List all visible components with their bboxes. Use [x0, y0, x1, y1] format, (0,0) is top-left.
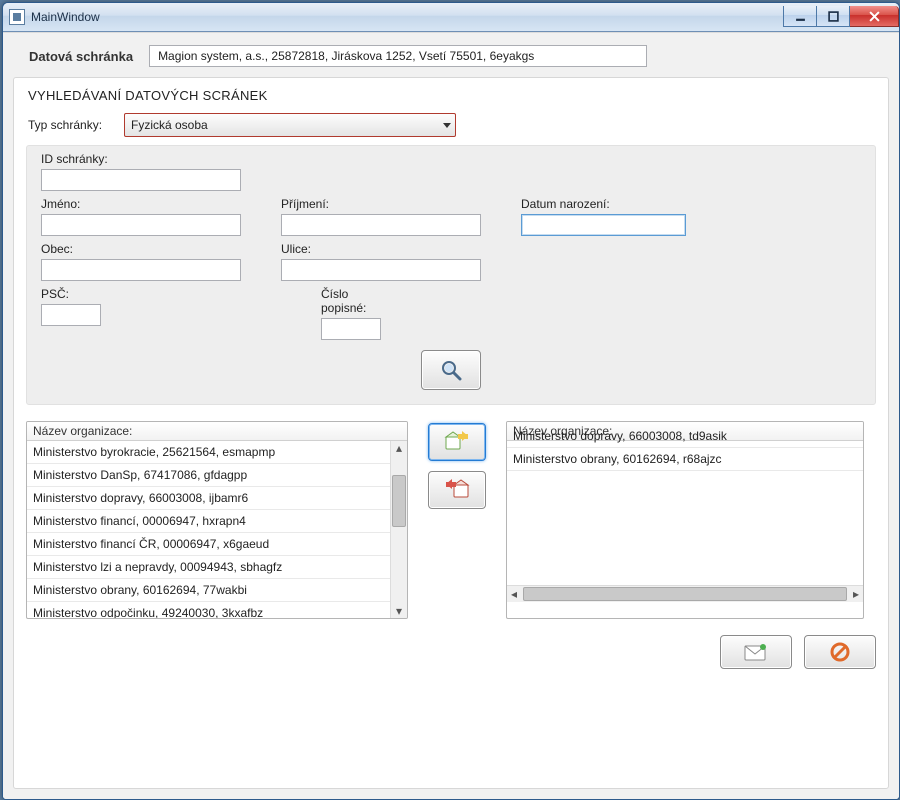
app-icon [9, 9, 25, 25]
maximize-button[interactable] [817, 6, 850, 27]
selection-hscrollbar[interactable]: ◂ ▸ [507, 585, 863, 602]
list-item[interactable]: Ministerstvo dopravy, 66003008, td9asik [507, 425, 863, 448]
header-line: Datová schránka Magion system, a.s., 258… [13, 41, 889, 77]
arrow-right-add-icon [444, 431, 470, 453]
ulice-label: Ulice: [281, 242, 481, 256]
window-buttons [783, 7, 899, 27]
scroll-up-icon[interactable]: ▴ [392, 441, 406, 455]
titlebar[interactable]: MainWindow [3, 3, 899, 32]
datum-input[interactable] [521, 214, 686, 236]
list-item[interactable]: Ministerstvo lzi a nepravdy, 00094943, s… [27, 556, 391, 579]
cancel-button[interactable] [804, 635, 876, 669]
list-item[interactable]: Ministerstvo financí ČR, 00006947, x6gae… [27, 533, 391, 556]
search-icon [440, 359, 462, 381]
section-title: VYHLEDÁVANÍ DATOVÝCH SCRÁNEK [28, 88, 878, 103]
id-label: ID schránky: [41, 152, 241, 166]
transfer-buttons [428, 421, 486, 509]
datum-label: Datum narození: [521, 197, 686, 211]
jmeno-label: Jméno: [41, 197, 241, 211]
scroll-down-icon[interactable]: ▾ [392, 604, 406, 618]
list-item[interactable]: Ministerstvo byrokracie, 25621564, esmap… [27, 441, 391, 464]
header-label: Datová schránka [29, 49, 133, 64]
results-scrollbar[interactable]: ▴ ▾ [390, 441, 407, 618]
results-header: Název organizace: [27, 422, 407, 441]
selection-listbox[interactable]: Název organizace: Ministerstvo dopravy, … [506, 421, 864, 619]
close-button[interactable] [850, 6, 899, 27]
obec-input[interactable] [41, 259, 241, 281]
cislo-input[interactable] [321, 318, 381, 340]
type-combobox[interactable]: Fyzická osoba [124, 113, 456, 137]
hscroll-thumb[interactable] [523, 587, 847, 601]
window-title: MainWindow [31, 10, 100, 24]
app-window: MainWindow Datová schránka Magion system… [2, 2, 900, 800]
type-row: Typ schránky: Fyzická osoba [28, 113, 878, 137]
prohibited-icon [830, 642, 850, 662]
obec-label: Obec: [41, 242, 241, 256]
chevron-down-icon [443, 123, 451, 128]
list-item[interactable]: Ministerstvo odpočinku, 49240030, 3kxafb… [27, 602, 391, 618]
list-item[interactable]: Ministerstvo DanSp, 67417086, gfdagpp [27, 464, 391, 487]
envelope-icon [744, 643, 768, 661]
scroll-right-icon[interactable]: ▸ [849, 587, 863, 601]
prijmeni-input[interactable] [281, 214, 481, 236]
arrow-left-remove-icon [444, 479, 470, 501]
list-item[interactable]: Ministerstvo financí, 00006947, hxrapn4 [27, 510, 391, 533]
minimize-button[interactable] [783, 6, 817, 27]
header-value: Magion system, a.s., 25872818, Jiráskova… [149, 45, 647, 67]
psc-label: PSČ: [41, 287, 101, 301]
type-selected: Fyzická osoba [131, 118, 208, 132]
jmeno-input[interactable] [41, 214, 241, 236]
add-to-selection-button[interactable] [428, 423, 486, 461]
send-button[interactable] [720, 635, 792, 669]
results-rows: Ministerstvo byrokracie, 25621564, esmap… [27, 441, 391, 618]
lists-area: Název organizace: Ministerstvo byrokraci… [26, 421, 876, 619]
selection-rows: Ministerstvo dopravy, 66003008, td9asikM… [507, 425, 863, 586]
list-item[interactable]: Ministerstvo dopravy, 66003008, ijbamr6 [27, 487, 391, 510]
content-area: Datová schránka Magion system, a.s., 258… [3, 32, 899, 799]
cislo-label: Číslo popisné: [321, 287, 381, 315]
scroll-thumb[interactable] [392, 475, 406, 527]
prijmeni-label: Příjmení: [281, 197, 481, 211]
search-panel: VYHLEDÁVANÍ DATOVÝCH SCRÁNEK Typ schránk… [13, 77, 889, 789]
psc-input[interactable] [41, 304, 101, 326]
action-buttons [24, 635, 876, 669]
list-item[interactable]: Ministerstvo obrany, 60162694, r68ajzc [507, 448, 863, 471]
id-input[interactable] [41, 169, 241, 191]
ulice-input[interactable] [281, 259, 481, 281]
remove-from-selection-button[interactable] [428, 471, 486, 509]
filter-form: ID schránky: Jméno: Příjmení: Datum naro… [26, 145, 876, 405]
search-button[interactable] [421, 350, 481, 390]
scroll-left-icon[interactable]: ◂ [507, 587, 521, 601]
list-item[interactable]: Ministerstvo obrany, 60162694, 77wakbi [27, 579, 391, 602]
results-listbox[interactable]: Název organizace: Ministerstvo byrokraci… [26, 421, 408, 619]
type-label: Typ schránky: [28, 118, 118, 132]
